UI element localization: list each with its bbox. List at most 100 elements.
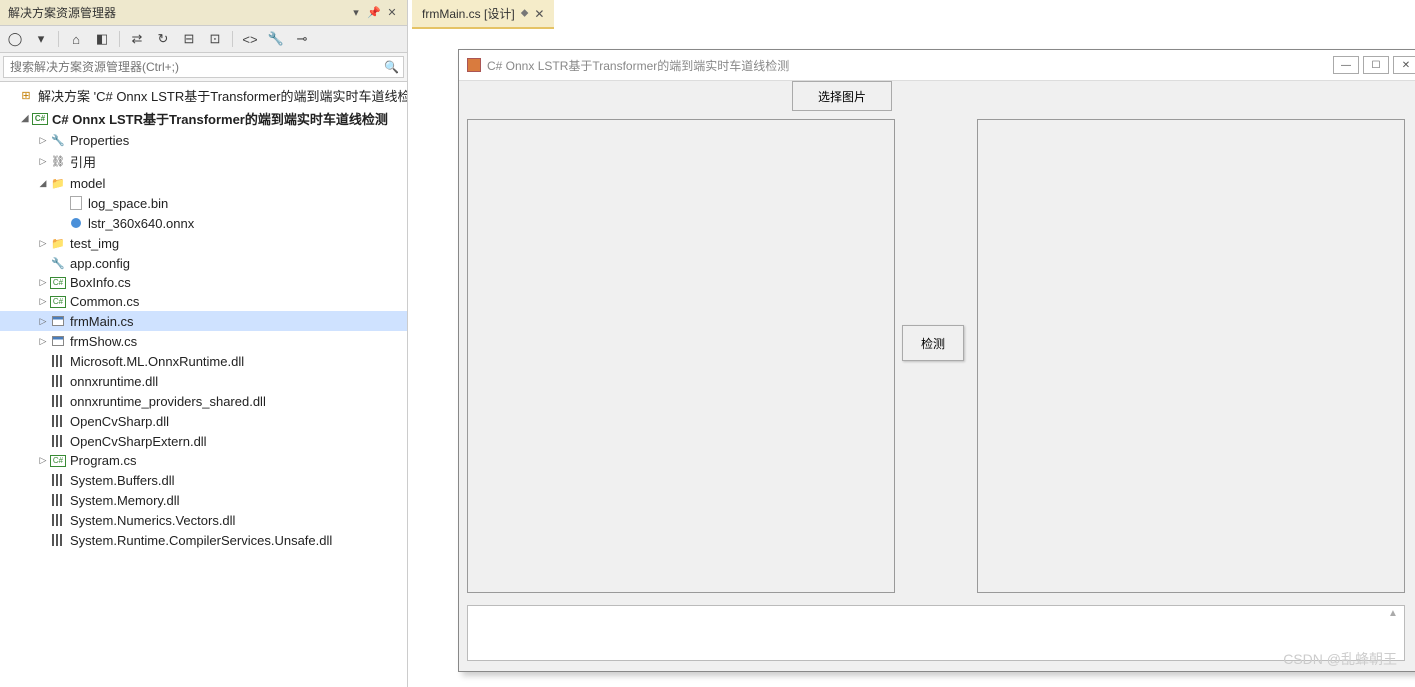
onnxrt-label: onnxruntime.dll — [70, 374, 158, 389]
pin-icon[interactable]: 📌 — [367, 6, 381, 20]
properties-icon[interactable]: 🔧 — [267, 30, 285, 48]
app-config-label: app.config — [70, 256, 130, 271]
onnxrt-prov-label: onnxruntime_providers_shared.dll — [70, 394, 266, 409]
app-config-node[interactable]: 🔧 app.config — [0, 253, 407, 273]
twisty-icon[interactable]: ▷ — [36, 133, 50, 147]
dll-icon — [50, 353, 66, 369]
left-picture-panel[interactable] — [467, 119, 895, 593]
right-picture-panel[interactable] — [977, 119, 1405, 593]
tab-label: frmMain.cs [设计] — [422, 5, 515, 22]
separator — [119, 31, 120, 47]
detect-label: 检测 — [921, 335, 945, 352]
refresh-icon[interactable]: ↻ — [154, 30, 172, 48]
forward-icon[interactable]: ▾ — [32, 30, 50, 48]
config-icon: 🔧 — [50, 255, 66, 271]
twisty-icon[interactable]: ▷ — [36, 295, 50, 309]
onnx-file-node[interactable]: lstr_360x640.onnx — [0, 213, 407, 233]
twisty-icon[interactable]: ▷ — [36, 334, 50, 348]
properties-node[interactable]: ▷ 🔧 Properties — [0, 130, 407, 150]
twisty-icon[interactable] — [4, 89, 18, 103]
twisty-icon[interactable]: ▷ — [36, 276, 50, 290]
common-label: Common.cs — [70, 294, 139, 309]
twisty-icon[interactable]: ◢ — [36, 176, 50, 190]
show-all-icon[interactable]: ⊡ — [206, 30, 224, 48]
twisty-icon[interactable]: ▷ — [36, 454, 50, 468]
program-node[interactable]: ▷ C# Program.cs — [0, 451, 407, 470]
references-node[interactable]: ▷ ⛓ 引用 — [0, 150, 407, 173]
dll-icon — [50, 433, 66, 449]
test-img-label: test_img — [70, 236, 119, 251]
twisty-icon[interactable]: ▷ — [36, 236, 50, 250]
design-surface[interactable]: C# Onnx LSTR基于Transformer的端到端实时车道线检测 — ☐… — [408, 29, 1415, 687]
dll-icon — [50, 492, 66, 508]
project-node[interactable]: ◢ C# C# Onnx LSTR基于Transformer的端到端实时车道线检… — [0, 107, 407, 130]
common-node[interactable]: ▷ C# Common.cs — [0, 292, 407, 311]
model-label: model — [70, 176, 105, 191]
cs-file-icon: C# — [50, 277, 66, 289]
boxinfo-node[interactable]: ▷ C# BoxInfo.cs — [0, 273, 407, 292]
sync-icon[interactable]: ⇄ — [128, 30, 146, 48]
file-icon — [68, 195, 84, 211]
panel-header-controls: ▾ 📌 ✕ — [349, 6, 399, 20]
preview-icon[interactable]: ⊸ — [293, 30, 311, 48]
form-icon — [50, 333, 66, 349]
sys-rt-label: System.Runtime.CompilerServices.Unsafe.d… — [70, 533, 332, 548]
tab-frmmain-design[interactable]: frmMain.cs [设计] ⬥ ✕ — [412, 0, 554, 29]
onnxrt-prov-dll-node[interactable]: onnxruntime_providers_shared.dll — [0, 391, 407, 411]
frmshow-label: frmShow.cs — [70, 334, 137, 349]
onnxrt-dll-node[interactable]: onnxruntime.dll — [0, 371, 407, 391]
select-image-button[interactable]: 选择图片 — [792, 81, 892, 111]
wrench-icon: 🔧 — [50, 132, 66, 148]
opencv-dll-node[interactable]: OpenCvSharp.dll — [0, 411, 407, 431]
frmmain-node[interactable]: ▷ frmMain.cs — [0, 311, 407, 331]
csharp-project-icon: C# — [32, 113, 48, 125]
scroll-up-icon[interactable]: ▲ — [1388, 608, 1402, 622]
close-button[interactable]: ✕ — [1393, 56, 1415, 74]
dll-icon — [50, 413, 66, 429]
opencv-label: OpenCvSharp.dll — [70, 414, 169, 429]
frmshow-node[interactable]: ▷ frmShow.cs — [0, 331, 407, 351]
twisty-icon[interactable]: ▷ — [36, 155, 50, 169]
minimize-button[interactable]: — — [1333, 56, 1359, 74]
maximize-button[interactable]: ☐ — [1363, 56, 1389, 74]
home-icon[interactable]: ⌂ — [67, 30, 85, 48]
separator — [232, 31, 233, 47]
search-input[interactable] — [3, 56, 404, 78]
form-icon — [50, 313, 66, 329]
opencv-ext-dll-node[interactable]: OpenCvSharpExtern.dll — [0, 431, 407, 451]
dll-icon — [50, 373, 66, 389]
sys-memory-dll-node[interactable]: System.Memory.dll — [0, 490, 407, 510]
detect-button[interactable]: 检测 — [902, 325, 964, 361]
bottom-text-panel[interactable]: ▲ — [467, 605, 1405, 661]
close-icon[interactable]: ✕ — [534, 7, 544, 21]
properties-label: Properties — [70, 133, 129, 148]
folder-icon: 📁 — [50, 235, 66, 251]
dropdown-icon[interactable]: ▾ — [349, 6, 363, 20]
twisty-icon[interactable]: ▷ — [36, 314, 50, 328]
log-space-node[interactable]: log_space.bin — [0, 193, 407, 213]
sys-buffers-dll-node[interactable]: System.Buffers.dll — [0, 470, 407, 490]
close-icon[interactable]: ✕ — [385, 6, 399, 20]
dll-icon — [50, 532, 66, 548]
app-icon — [467, 58, 481, 72]
sys-numerics-dll-node[interactable]: System.Numerics.Vectors.dll — [0, 510, 407, 530]
solution-tree[interactable]: ⊞ 解决方案 'C# Onnx LSTR基于Transformer的端到端实时车… — [0, 82, 407, 687]
folder-icon: 📁 — [50, 175, 66, 191]
dll-icon — [50, 472, 66, 488]
twisty-icon[interactable]: ◢ — [18, 112, 32, 126]
view-code-icon[interactable]: <> — [241, 30, 259, 48]
solution-node[interactable]: ⊞ 解决方案 'C# Onnx LSTR基于Transformer的端到端实时车… — [0, 84, 407, 107]
onnx-label: lstr_360x640.onnx — [88, 216, 194, 231]
sys-runtime-dll-node[interactable]: System.Runtime.CompilerServices.Unsafe.d… — [0, 530, 407, 550]
form-body[interactable]: 选择图片 检测 ▲ — [459, 81, 1415, 671]
ms-onnx-dll-node[interactable]: Microsoft.ML.OnnxRuntime.dll — [0, 351, 407, 371]
back-icon[interactable]: ◯ — [6, 30, 24, 48]
model-folder-node[interactable]: ◢ 📁 model — [0, 173, 407, 193]
sys-mem-label: System.Memory.dll — [70, 493, 180, 508]
test-img-folder-node[interactable]: ▷ 📁 test_img — [0, 233, 407, 253]
form-preview[interactable]: C# Onnx LSTR基于Transformer的端到端实时车道线检测 — ☐… — [458, 49, 1415, 672]
solution-view-icon[interactable]: ◧ — [93, 30, 111, 48]
pin-icon[interactable]: ⬥ — [521, 7, 529, 20]
collapse-icon[interactable]: ⊟ — [180, 30, 198, 48]
search-icon[interactable]: 🔍 — [384, 60, 399, 74]
